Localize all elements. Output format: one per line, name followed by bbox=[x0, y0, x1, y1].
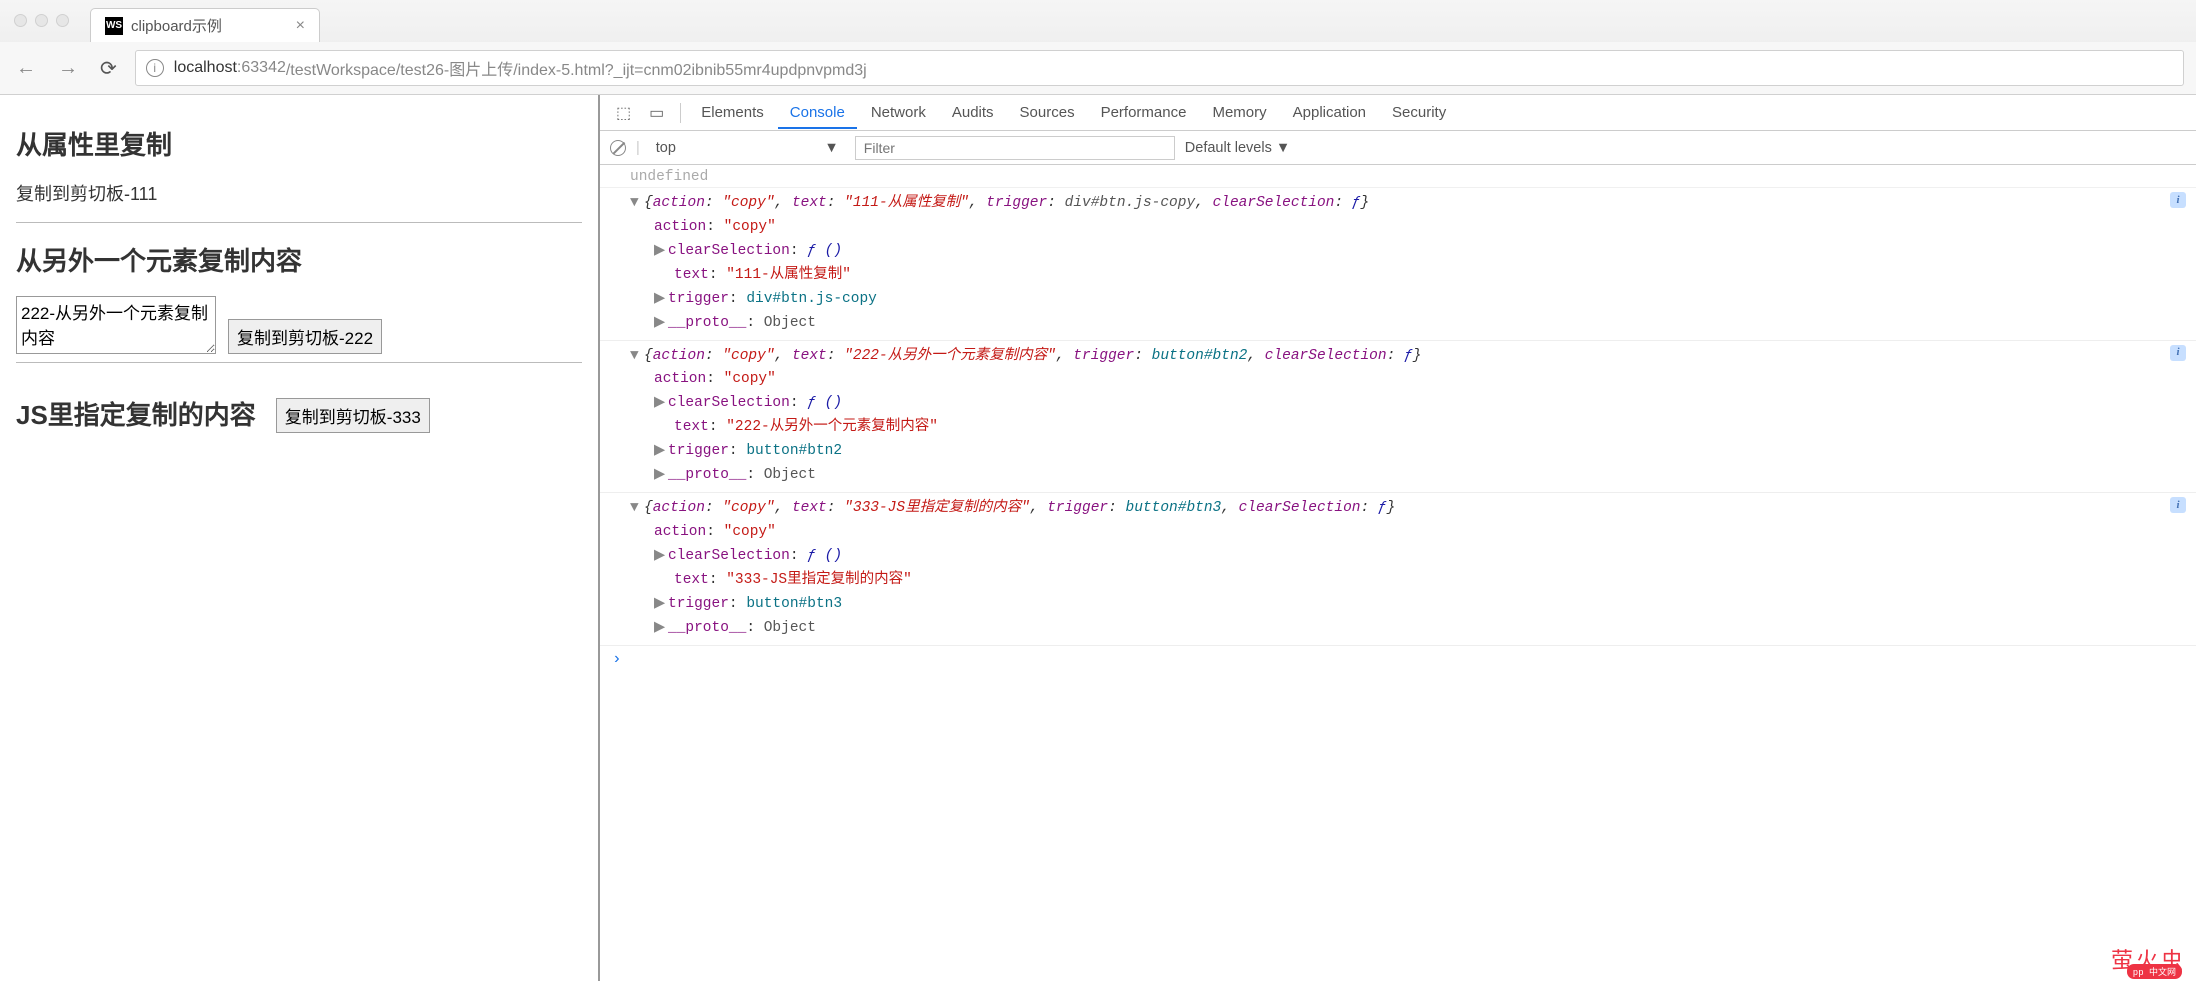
chevron-down-icon: ▼ bbox=[1276, 140, 1290, 156]
tab-close-icon[interactable]: × bbox=[296, 17, 305, 35]
tab-elements[interactable]: Elements bbox=[689, 96, 776, 129]
tab-memory[interactable]: Memory bbox=[1200, 96, 1278, 129]
favicon-icon: WS bbox=[105, 17, 123, 35]
devtools-panel: ⬚ ▭ Elements Console Network Audits Sour… bbox=[598, 95, 2196, 981]
console-log-entry[interactable]: i ▼{action: "copy", text: "111-从属性复制", t… bbox=[600, 188, 2196, 341]
url-path: /testWorkspace/test26-图片上传/index-5.html?… bbox=[286, 56, 867, 80]
expand-arrow-icon[interactable]: ▶ bbox=[654, 392, 668, 416]
tab-console[interactable]: Console bbox=[778, 96, 857, 129]
tab-sources[interactable]: Sources bbox=[1008, 96, 1087, 129]
info-icon[interactable]: i bbox=[2170, 192, 2186, 208]
address-bar-row: ← → ⟳ i localhost:63342/testWorkspace/te… bbox=[0, 42, 2196, 94]
page-area: 从属性里复制 复制到剪切板-111 从另外一个元素复制内容 222-从另外一个元… bbox=[0, 95, 598, 981]
forward-icon[interactable]: → bbox=[54, 57, 82, 80]
separator: | bbox=[636, 140, 640, 156]
console-toolbar: | top ▼ Default levels ▼ bbox=[600, 131, 2196, 165]
expand-arrow-icon[interactable]: ▶ bbox=[654, 545, 668, 569]
filter-input[interactable] bbox=[855, 136, 1175, 160]
url-bar[interactable]: i localhost:63342/testWorkspace/test26-图… bbox=[135, 50, 2184, 86]
heading-copy-from-js: JS里指定复制的内容 bbox=[16, 395, 256, 432]
console-log-undefined: undefined bbox=[600, 167, 2196, 188]
devtools-tabs: ⬚ ▭ Elements Console Network Audits Sour… bbox=[600, 95, 2196, 131]
site-info-icon[interactable]: i bbox=[146, 59, 164, 77]
chevron-down-icon: ▼ bbox=[824, 140, 838, 156]
device-toggle-icon[interactable]: ▭ bbox=[641, 103, 672, 123]
console-log-entry[interactable]: i ▼{action: "copy", text: "222-从另外一个元素复制… bbox=[600, 341, 2196, 494]
watermark-sub: pp 中文网 bbox=[2127, 964, 2182, 979]
expand-arrow-icon[interactable]: ▶ bbox=[654, 593, 668, 617]
inspect-icon[interactable]: ⬚ bbox=[608, 103, 639, 123]
heading-copy-from-element: 从另外一个元素复制内容 bbox=[16, 241, 582, 278]
tab-title: clipboard示例 bbox=[131, 15, 222, 36]
url-port: :63342 bbox=[237, 59, 286, 77]
expand-arrow-icon[interactable]: ▶ bbox=[654, 617, 668, 641]
browser-chrome: WS clipboard示例 × ← → ⟳ i localhost:63342… bbox=[0, 0, 2196, 95]
console-body[interactable]: undefined i ▼{action: "copy", text: "111… bbox=[600, 165, 2196, 981]
info-icon[interactable]: i bbox=[2170, 497, 2186, 513]
window-minimize-icon[interactable] bbox=[35, 14, 48, 27]
separator bbox=[680, 103, 681, 123]
expand-arrow-icon[interactable]: ▼ bbox=[630, 192, 644, 216]
tab-bar: WS clipboard示例 × bbox=[0, 0, 2196, 42]
expand-arrow-icon[interactable]: ▶ bbox=[654, 288, 668, 312]
browser-tab[interactable]: WS clipboard示例 × bbox=[90, 8, 320, 42]
context-label: top bbox=[656, 140, 676, 156]
copy-button-222[interactable]: 复制到剪切板-222 bbox=[228, 319, 382, 354]
divider bbox=[16, 362, 582, 363]
tab-audits[interactable]: Audits bbox=[940, 96, 1006, 129]
levels-label: Default levels bbox=[1185, 140, 1272, 156]
tab-network[interactable]: Network bbox=[859, 96, 938, 129]
divider bbox=[16, 222, 582, 223]
heading-copy-from-attr: 从属性里复制 bbox=[16, 125, 582, 162]
textarea-row: 222-从另外一个元素复制内容 复制到剪切板-222 bbox=[16, 296, 582, 354]
expand-arrow-icon[interactable]: ▼ bbox=[630, 345, 644, 369]
expand-arrow-icon[interactable]: ▼ bbox=[630, 497, 644, 521]
tab-performance[interactable]: Performance bbox=[1089, 96, 1199, 129]
console-log-entry[interactable]: i ▼{action: "copy", text: "333-JS里指定复制的内… bbox=[600, 493, 2196, 646]
tab-security[interactable]: Security bbox=[1380, 96, 1458, 129]
tab-application[interactable]: Application bbox=[1281, 96, 1378, 129]
clear-console-icon[interactable] bbox=[610, 140, 626, 156]
expand-arrow-icon[interactable]: ▶ bbox=[654, 440, 668, 464]
expand-arrow-icon[interactable]: ▶ bbox=[654, 464, 668, 488]
expand-arrow-icon[interactable]: ▶ bbox=[654, 312, 668, 336]
context-selector[interactable]: top ▼ bbox=[650, 138, 845, 158]
copy-text-1: 复制到剪切板-111 bbox=[16, 180, 582, 206]
window-close-icon[interactable] bbox=[14, 14, 27, 27]
window-maximize-icon[interactable] bbox=[56, 14, 69, 27]
log-levels-selector[interactable]: Default levels ▼ bbox=[1185, 140, 1290, 156]
content-area: 从属性里复制 复制到剪切板-111 从另外一个元素复制内容 222-从另外一个元… bbox=[0, 95, 2196, 981]
back-icon[interactable]: ← bbox=[12, 57, 40, 80]
reload-icon[interactable]: ⟳ bbox=[96, 56, 121, 81]
copy-button-333[interactable]: 复制到剪切板-333 bbox=[276, 398, 430, 433]
expand-arrow-icon[interactable]: ▶ bbox=[654, 240, 668, 264]
info-icon[interactable]: i bbox=[2170, 345, 2186, 361]
window-controls bbox=[14, 14, 69, 27]
url-host: localhost bbox=[174, 59, 237, 77]
source-textarea[interactable]: 222-从另外一个元素复制内容 bbox=[16, 296, 216, 354]
console-prompt[interactable]: › bbox=[600, 646, 2196, 672]
